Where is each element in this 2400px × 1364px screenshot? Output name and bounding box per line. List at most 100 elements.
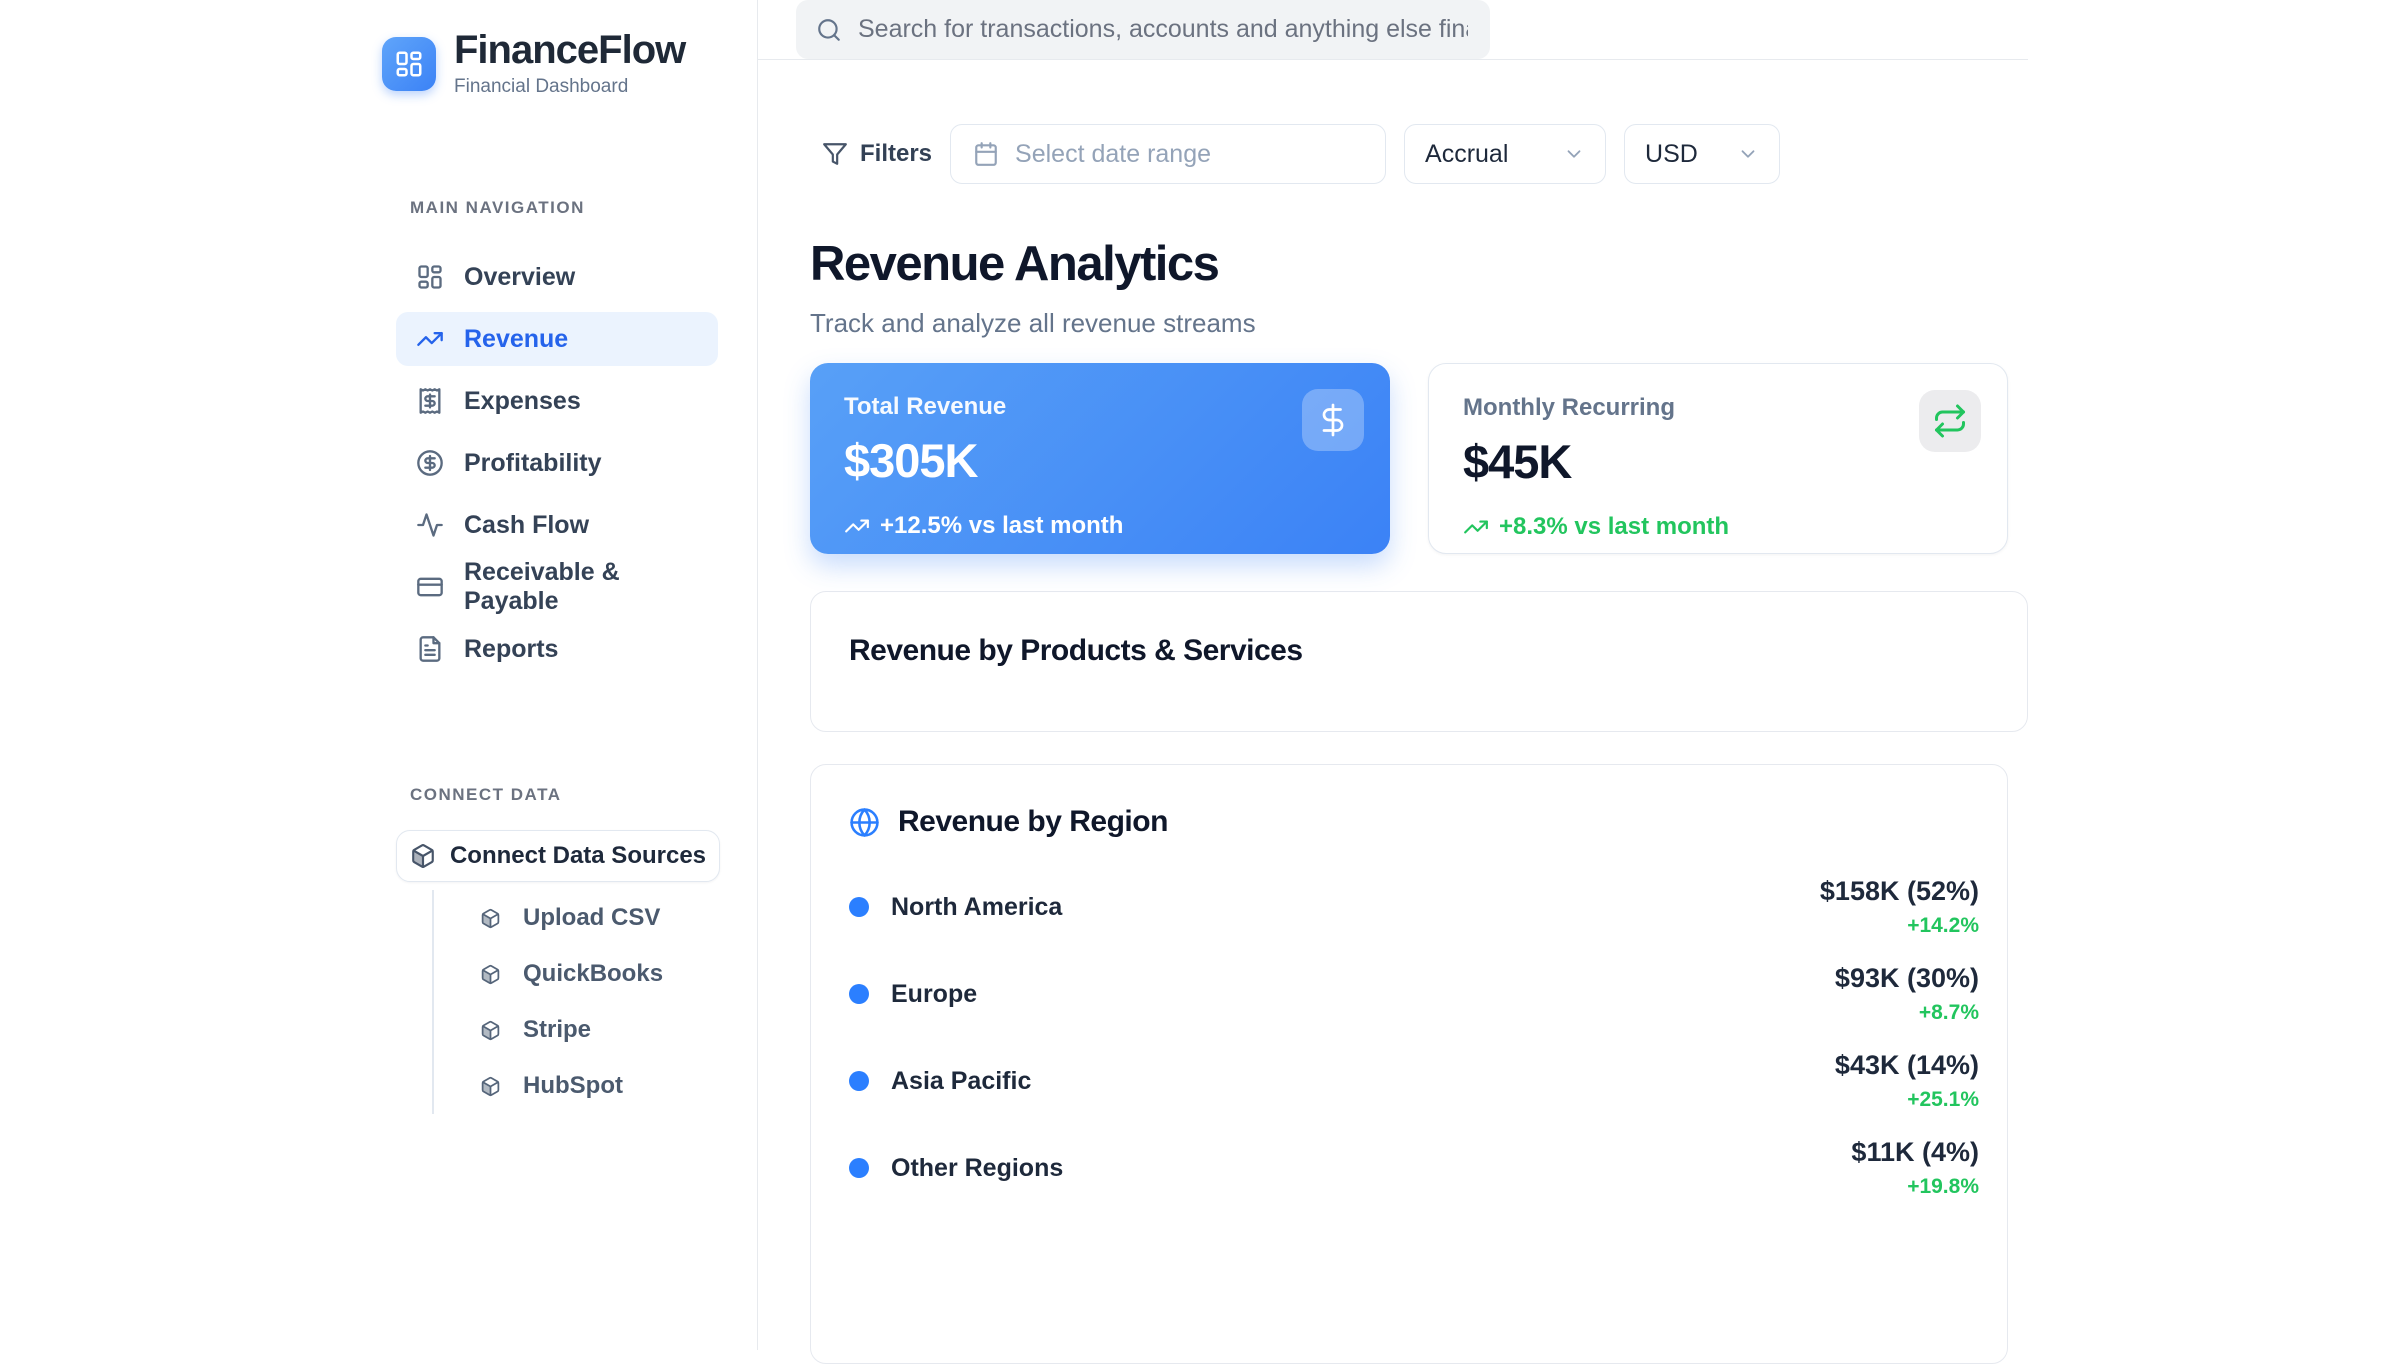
region-dot-icon xyxy=(849,1071,869,1091)
circle-dollar-icon xyxy=(416,449,444,477)
search-input[interactable] xyxy=(856,14,1470,45)
region-rows: North America $158K (52%) +14.2% Europe xyxy=(849,875,1979,1200)
cube-icon xyxy=(410,843,436,869)
activity-icon xyxy=(416,511,444,539)
kpi-value: $305K xyxy=(844,433,1356,488)
credit-card-icon xyxy=(416,573,444,601)
kpi-card-monthly-recurring[interactable]: Monthly Recurring $45K +8.3% vs last mon… xyxy=(1428,363,2008,554)
region-value: $43K (14%) xyxy=(1835,1050,1979,1081)
connect-item-label: HubSpot xyxy=(523,1072,623,1100)
region-change: +25.1% xyxy=(1835,1088,1979,1112)
repeat-icon xyxy=(1919,390,1981,452)
date-range-placeholder: Select date range xyxy=(1015,140,1211,169)
filters-label: Filters xyxy=(860,140,932,168)
sidebar-item-overview[interactable]: Overview xyxy=(396,250,718,304)
trending-up-icon xyxy=(416,325,444,353)
page-title: Revenue Analytics xyxy=(810,239,2028,290)
chevron-down-icon xyxy=(1563,143,1585,165)
connect-item-label: QuickBooks xyxy=(523,960,663,988)
region-row-asia-pacific: Asia Pacific $43K (14%) +25.1% xyxy=(849,1049,1979,1113)
app-container: FinanceFlow Financial Dashboard MAIN NAV… xyxy=(372,0,2028,1350)
main-content: Filters Select date range Accrual USD Re… xyxy=(758,0,2028,1350)
sidebar-item-cash-flow[interactable]: Cash Flow xyxy=(396,498,718,552)
region-value: $158K (52%) xyxy=(1820,876,1979,907)
sidebar-item-label: Profitability xyxy=(464,449,602,478)
search-box[interactable] xyxy=(796,0,1490,59)
kpi-label: Total Revenue xyxy=(844,393,1356,421)
connect-data-sources-button[interactable]: Connect Data Sources xyxy=(396,830,720,882)
sidebar-item-reports[interactable]: Reports xyxy=(396,622,718,676)
funnel-icon xyxy=(822,141,848,167)
dashboard-grid-icon xyxy=(416,263,444,291)
region-row-europe: Europe $93K (30%) +8.7% xyxy=(849,962,1979,1026)
sidebar-item-label: Receivable & Payable xyxy=(464,558,718,616)
top-header xyxy=(758,0,2028,60)
kpi-label: Monthly Recurring xyxy=(1463,394,1973,422)
cube-icon xyxy=(480,964,501,985)
globe-icon xyxy=(849,807,880,838)
brand: FinanceFlow Financial Dashboard xyxy=(372,30,757,98)
currency-value: USD xyxy=(1645,140,1698,169)
calendar-icon xyxy=(973,141,999,167)
products-card-title: Revenue by Products & Services xyxy=(849,634,1989,668)
date-range-picker[interactable]: Select date range xyxy=(950,124,1386,184)
connect-item-label: Stripe xyxy=(523,1016,591,1044)
sidebar-item-revenue[interactable]: Revenue xyxy=(396,312,718,366)
connect-item-label: Upload CSV xyxy=(523,904,660,932)
cube-icon xyxy=(480,1076,501,1097)
revenue-by-region-card: Revenue by Region North America $158K (5… xyxy=(810,764,2008,1364)
filters-row: Filters Select date range Accrual USD xyxy=(822,124,2028,184)
page-subtitle: Track and analyze all revenue streams xyxy=(810,308,2028,339)
trending-up-icon xyxy=(1463,514,1489,540)
revenue-by-products-card: Revenue by Products & Services xyxy=(810,591,2028,732)
kpi-cards-row: Total Revenue $305K +12.5% vs last month… xyxy=(810,363,2028,554)
chevron-down-icon xyxy=(1737,143,1759,165)
receipt-icon xyxy=(416,387,444,415)
basis-value: Accrual xyxy=(1425,140,1508,169)
region-value: $93K (30%) xyxy=(1835,963,1979,994)
sidebar-item-label: Overview xyxy=(464,263,575,292)
region-row-other-regions: Other Regions $11K (4%) +19.8% xyxy=(849,1136,1979,1200)
sidebar-item-label: Expenses xyxy=(464,387,581,416)
cube-icon xyxy=(480,1020,501,1041)
search-icon xyxy=(816,17,842,43)
connect-item-hubspot[interactable]: HubSpot xyxy=(480,1058,757,1114)
connect-section-header: CONNECT DATA xyxy=(410,785,757,805)
region-card-header: Revenue by Region xyxy=(849,805,1979,839)
sidebar-item-profitability[interactable]: Profitability xyxy=(396,436,718,490)
kpi-change: +12.5% vs last month xyxy=(844,512,1356,540)
region-row-north-america: North America $158K (52%) +14.2% xyxy=(849,875,1979,939)
sidebar-item-label: Reports xyxy=(464,635,558,664)
region-name: Europe xyxy=(891,980,977,1009)
kpi-value: $45K xyxy=(1463,434,1973,489)
sidebar-item-label: Cash Flow xyxy=(464,511,589,540)
connect-sources-list: Upload CSV QuickBooks Stripe HubSpot xyxy=(432,890,757,1114)
accounting-basis-select[interactable]: Accrual xyxy=(1404,124,1606,184)
region-dot-icon xyxy=(849,897,869,917)
brand-subtitle: Financial Dashboard xyxy=(454,76,685,98)
connect-item-stripe[interactable]: Stripe xyxy=(480,1002,757,1058)
region-name: Asia Pacific xyxy=(891,1067,1031,1096)
kpi-change: +8.3% vs last month xyxy=(1463,513,1973,541)
brand-name: FinanceFlow xyxy=(454,30,685,70)
sidebar-item-receivable-payable[interactable]: Receivable & Payable xyxy=(396,560,718,614)
nav-section-header: MAIN NAVIGATION xyxy=(410,198,757,218)
region-value: $11K (4%) xyxy=(1851,1137,1979,1168)
currency-select[interactable]: USD xyxy=(1624,124,1780,184)
connect-button-label: Connect Data Sources xyxy=(450,842,706,870)
region-change: +14.2% xyxy=(1820,914,1979,938)
cube-icon xyxy=(480,908,501,929)
page-content: Revenue Analytics Track and analyze all … xyxy=(758,211,2028,1364)
kpi-card-total-revenue[interactable]: Total Revenue $305K +12.5% vs last month xyxy=(810,363,1390,554)
dollar-sign-icon xyxy=(1302,389,1364,451)
filters-toggle[interactable]: Filters xyxy=(822,140,932,168)
region-dot-icon xyxy=(849,1158,869,1178)
connect-item-upload-csv[interactable]: Upload CSV xyxy=(480,890,757,946)
sidebar-item-expenses[interactable]: Expenses xyxy=(396,374,718,428)
main-navigation: Overview Revenue Expenses Profitability … xyxy=(372,250,757,676)
region-dot-icon xyxy=(849,984,869,1004)
connect-item-quickbooks[interactable]: QuickBooks xyxy=(480,946,757,1002)
region-name: Other Regions xyxy=(891,1154,1063,1183)
brand-logo-icon xyxy=(382,37,436,91)
file-text-icon xyxy=(416,635,444,663)
